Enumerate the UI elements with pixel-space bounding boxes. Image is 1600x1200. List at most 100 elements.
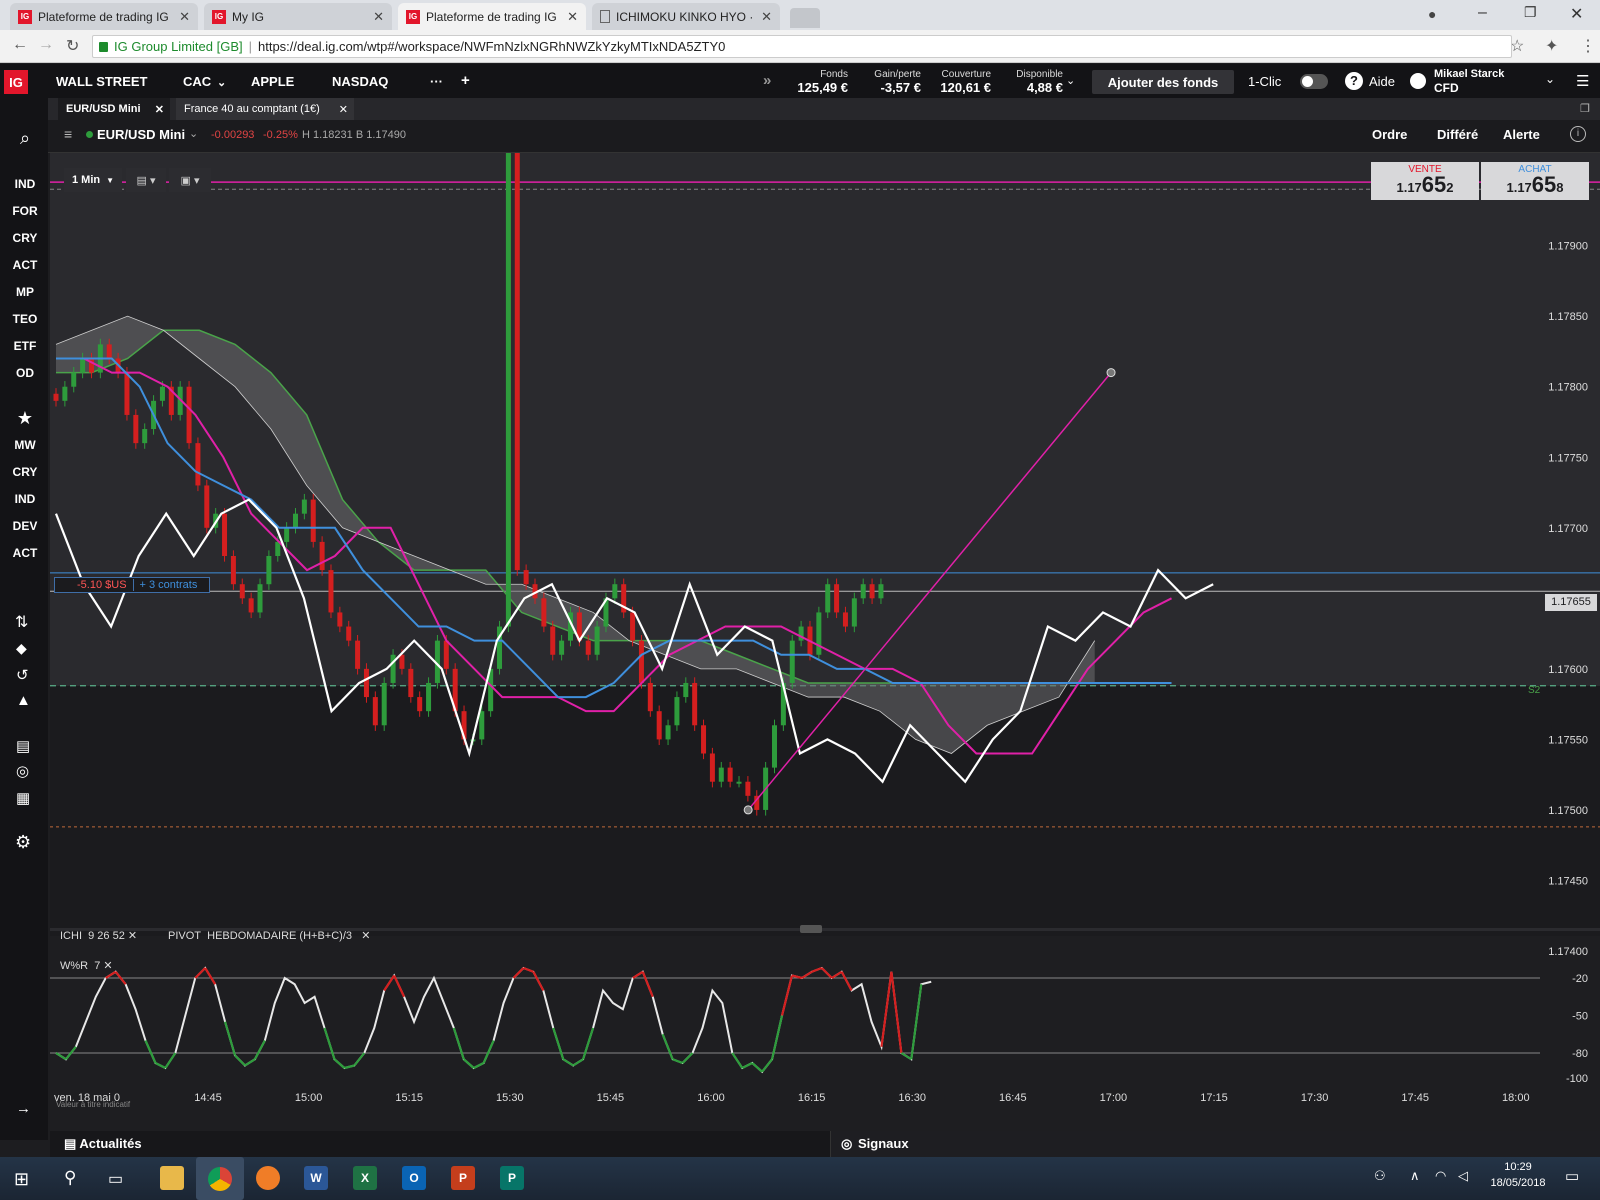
ichi-legend[interactable]: ICHI 9 26 52 ✕ [60, 929, 137, 942]
signals-panel-tab[interactable]: ◎ Signaux [830, 1131, 1600, 1157]
alert-button[interactable]: Alerte [1503, 127, 1540, 142]
close-icon[interactable]: ✕ [179, 9, 190, 25]
notification-icon[interactable]: ▭ [1565, 1167, 1579, 1185]
account-type[interactable]: CFD [1434, 81, 1459, 95]
chart-area[interactable]: 1.179501.179001.178501.178001.177501.177… [50, 153, 1600, 1140]
rail-market-cry[interactable]: CRY [0, 231, 50, 245]
reload-icon[interactable]: ↻ [66, 36, 79, 56]
help-icon[interactable]: ? [1345, 72, 1363, 90]
deferred-order-button[interactable]: Différé [1437, 127, 1478, 142]
tray-chevron-icon[interactable]: ∧ [1410, 1168, 1420, 1184]
excel-icon[interactable]: X [353, 1166, 377, 1190]
chevron-down-icon[interactable]: ⌄ [1545, 72, 1555, 86]
position-marker[interactable]: -5.10 $US + 3 contrats [54, 577, 210, 593]
search-icon[interactable]: ⚲ [64, 1168, 76, 1188]
expand-arrow-icon[interactable]: → [16, 1100, 31, 1117]
task-view-icon[interactable]: ▭ [108, 1169, 123, 1189]
close-icon[interactable]: ✕ [567, 9, 578, 25]
market-tab-wall-street[interactable]: WALL STREET [56, 74, 147, 89]
rail-market-etf[interactable]: ETF [0, 339, 50, 353]
rail-market-ind[interactable]: IND [0, 177, 50, 191]
browser-tab-active[interactable]: IG Plateforme de trading IG ✕ [398, 3, 586, 30]
market-tab-cac[interactable]: CAC [183, 74, 211, 89]
order-button[interactable]: Ordre [1372, 127, 1407, 142]
volume-icon[interactable]: ◁ [1458, 1168, 1468, 1184]
indicators-select[interactable]: ▣ ▾ [169, 168, 211, 192]
maximize-icon[interactable]: ❐ [1524, 4, 1537, 21]
sell-button[interactable]: VENTE 1.17652 [1371, 162, 1479, 200]
browser-tab[interactable]: IG Plateforme de trading IG ✕ [10, 3, 198, 30]
wr-legend[interactable]: W%R 7 ✕ [60, 959, 113, 972]
chevron-down-icon[interactable]: ⌄ [217, 76, 226, 89]
project-icon[interactable]: P [500, 1166, 524, 1190]
close-icon[interactable]: ✕ [361, 930, 370, 942]
news-icon[interactable]: ▤ [16, 737, 30, 755]
info-icon[interactable]: i [1570, 126, 1586, 142]
wifi-icon[interactable]: ◠ [1435, 1168, 1446, 1184]
close-icon[interactable]: ✕ [103, 960, 112, 972]
transfer-icon[interactable]: ⇅ [15, 612, 28, 632]
list-menu-icon[interactable]: ☰ [1576, 72, 1589, 90]
one-click-toggle[interactable] [1300, 74, 1328, 89]
taskbar-time[interactable]: 10:29 [1486, 1161, 1550, 1173]
chevron-down-icon[interactable]: ⌄ [189, 127, 198, 140]
taskbar-date[interactable]: 18/05/2018 [1486, 1177, 1550, 1189]
stat-disponible[interactable]: Disponible 4,88 € [1000, 69, 1063, 95]
minimize-icon[interactable]: – [1478, 4, 1487, 22]
back-icon[interactable]: ← [12, 36, 28, 54]
people-icon[interactable]: ⚇ [1374, 1168, 1386, 1184]
workspace-tab[interactable]: France 40 au comptant (1€) ✕ [176, 98, 354, 120]
menu-dots-icon[interactable]: ⋮ [1580, 36, 1596, 56]
powerpoint-icon[interactable]: P [451, 1166, 475, 1190]
market-tab-apple[interactable]: APPLE [251, 74, 294, 89]
buy-button[interactable]: ACHAT 1.17658 [1481, 162, 1589, 200]
collapse-icon[interactable]: » [763, 72, 771, 89]
add-funds-button[interactable]: Ajouter des fonds [1092, 70, 1234, 94]
url-field[interactable]: IG Group Limited [GB] | https://deal.ig.… [92, 35, 1512, 58]
tag-icon[interactable]: ◆ [16, 640, 27, 657]
news-tab[interactable]: ▤ Actualités [64, 1136, 142, 1152]
browser-tab[interactable]: IG My IG ✕ [204, 3, 392, 30]
workspace-tab-active[interactable]: EUR/USD Mini ✕ [58, 98, 170, 120]
pivot-legend[interactable]: PIVOT HEBDOMADAIRE (H+B+C)/3 ✕ [168, 929, 370, 942]
user-avatar-icon[interactable] [1410, 73, 1426, 89]
rail-watchlist-ind[interactable]: IND [0, 492, 50, 506]
profile-icon[interactable]: ● [1428, 6, 1436, 22]
gear-icon[interactable]: ⚙ [15, 832, 31, 853]
hamburger-icon[interactable]: ≡ [64, 126, 72, 142]
rail-market-act[interactable]: ACT [0, 258, 50, 272]
calendar-icon[interactable]: ▦ [16, 789, 30, 807]
rail-market-mp[interactable]: MP [0, 285, 50, 299]
rail-watchlist-dev[interactable]: DEV [0, 519, 50, 533]
rail-market-od[interactable]: OD [0, 366, 50, 380]
windows-start-icon[interactable]: ⊞ [14, 1169, 29, 1190]
instrument-name[interactable]: EUR/USD Mini [97, 127, 185, 142]
close-icon[interactable]: ✕ [761, 9, 772, 25]
file-explorer-icon[interactable] [160, 1166, 184, 1190]
new-tab-button[interactable] [790, 8, 820, 28]
browser-tab[interactable]: ICHIMOKU KINKO HYO · ✕ [592, 3, 780, 30]
signal-icon[interactable]: ◎ [16, 762, 29, 780]
add-market-button[interactable]: + [461, 72, 470, 89]
rail-watchlist-act[interactable]: ACT [0, 546, 50, 560]
chevron-down-icon[interactable]: ⌄ [1066, 74, 1075, 87]
close-icon[interactable]: ✕ [128, 930, 137, 942]
window-close-icon[interactable]: ✕ [1570, 4, 1583, 24]
search-icon[interactable]: ⌕ [14, 128, 36, 150]
history-icon[interactable]: ↺ [16, 666, 29, 684]
price-chart[interactable]: 1.179501.179001.178501.178001.177501.177… [50, 153, 1600, 1140]
more-markets-button[interactable]: ··· [430, 74, 443, 89]
extension-icon[interactable]: ✦ [1545, 36, 1558, 56]
rail-watchlist-mw[interactable]: MW [0, 438, 50, 452]
close-icon[interactable]: ✕ [155, 103, 164, 116]
bookmark-star-icon[interactable]: ☆ [1510, 36, 1524, 56]
chart-type-select[interactable]: ▤ ▾ [126, 168, 166, 192]
forward-icon[interactable]: → [38, 36, 54, 54]
star-icon[interactable]: ★ [13, 408, 37, 429]
alert-icon[interactable]: ▲ [16, 692, 31, 709]
market-tab-nasdaq[interactable]: NASDAQ [332, 74, 388, 89]
word-icon[interactable]: W [304, 1166, 328, 1190]
user-name[interactable]: Mikael Starck [1434, 68, 1504, 80]
interval-select[interactable]: 1 Min ▼ [64, 168, 122, 192]
close-icon[interactable]: ✕ [373, 9, 384, 25]
